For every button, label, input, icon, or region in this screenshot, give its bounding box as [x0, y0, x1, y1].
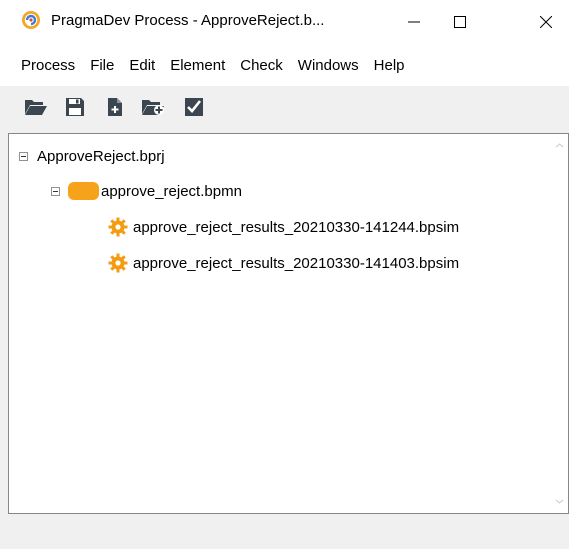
- pragmadev-logo-icon: [21, 10, 41, 30]
- tree-node-label: approve_reject_results_20210330-141403.b…: [133, 254, 460, 272]
- scroll-up-icon[interactable]: [555, 143, 564, 148]
- menu-windows[interactable]: Windows: [290, 51, 366, 80]
- new-file-icon: [108, 98, 122, 116]
- menu-process[interactable]: Process: [13, 51, 82, 80]
- minimize-icon: [408, 21, 420, 23]
- save-button[interactable]: [61, 93, 89, 121]
- title-bar[interactable]: PragmaDev Process - ApproveReject.b...: [0, 0, 569, 44]
- tree-node-result[interactable]: approve_reject_results_20210330-141244.b…: [108, 215, 459, 239]
- menu-element[interactable]: Element: [162, 51, 232, 80]
- tree-node-process[interactable]: approve_reject.bpmn: [51, 179, 242, 203]
- status-area: [0, 514, 569, 549]
- simulation-gear-icon: [108, 253, 128, 273]
- menu-help[interactable]: Help: [366, 51, 412, 80]
- close-button[interactable]: [523, 0, 569, 44]
- check-button[interactable]: [180, 93, 208, 121]
- tree-node-result[interactable]: approve_reject_results_20210330-141403.b…: [108, 251, 459, 275]
- maximize-icon: [454, 16, 466, 28]
- vertical-scrollbar[interactable]: [551, 134, 568, 513]
- open-folder-icon: [25, 100, 47, 115]
- project-tree[interactable]: ApproveReject.bprj approve_reject.bpmn a…: [8, 133, 569, 514]
- save-icon: [66, 98, 84, 116]
- tree-node-label: approve_reject.bpmn: [101, 182, 242, 200]
- tree-node-project[interactable]: ApproveReject.bprj: [19, 144, 165, 168]
- close-icon: [540, 16, 552, 28]
- minimize-button[interactable]: [391, 0, 437, 44]
- tree-node-label: ApproveReject.bprj: [37, 147, 165, 165]
- app-window: PragmaDev Process - ApproveReject.b... P…: [0, 0, 569, 549]
- window-title: PragmaDev Process - ApproveReject.b...: [51, 12, 325, 29]
- bpmn-process-icon: [68, 182, 99, 200]
- maximize-button[interactable]: [437, 0, 483, 44]
- open-project-button[interactable]: [22, 93, 50, 121]
- simulation-gear-icon: [108, 217, 128, 237]
- add-folder-icon: [142, 100, 164, 115]
- check-icon: [185, 98, 203, 116]
- menu-bar: Process File Edit Element Check Windows …: [0, 44, 569, 86]
- menu-edit[interactable]: Edit: [121, 51, 162, 80]
- tree-node-label: approve_reject_results_20210330-141244.b…: [133, 218, 460, 236]
- menu-check[interactable]: Check: [232, 51, 290, 80]
- toolbar: [0, 86, 569, 126]
- collapse-toggle-icon[interactable]: [19, 151, 28, 161]
- add-folder-button[interactable]: [140, 93, 168, 121]
- new-file-button[interactable]: [101, 93, 129, 121]
- collapse-toggle-icon[interactable]: [51, 186, 60, 196]
- scroll-down-icon[interactable]: [555, 499, 564, 504]
- menu-file[interactable]: File: [82, 51, 121, 80]
